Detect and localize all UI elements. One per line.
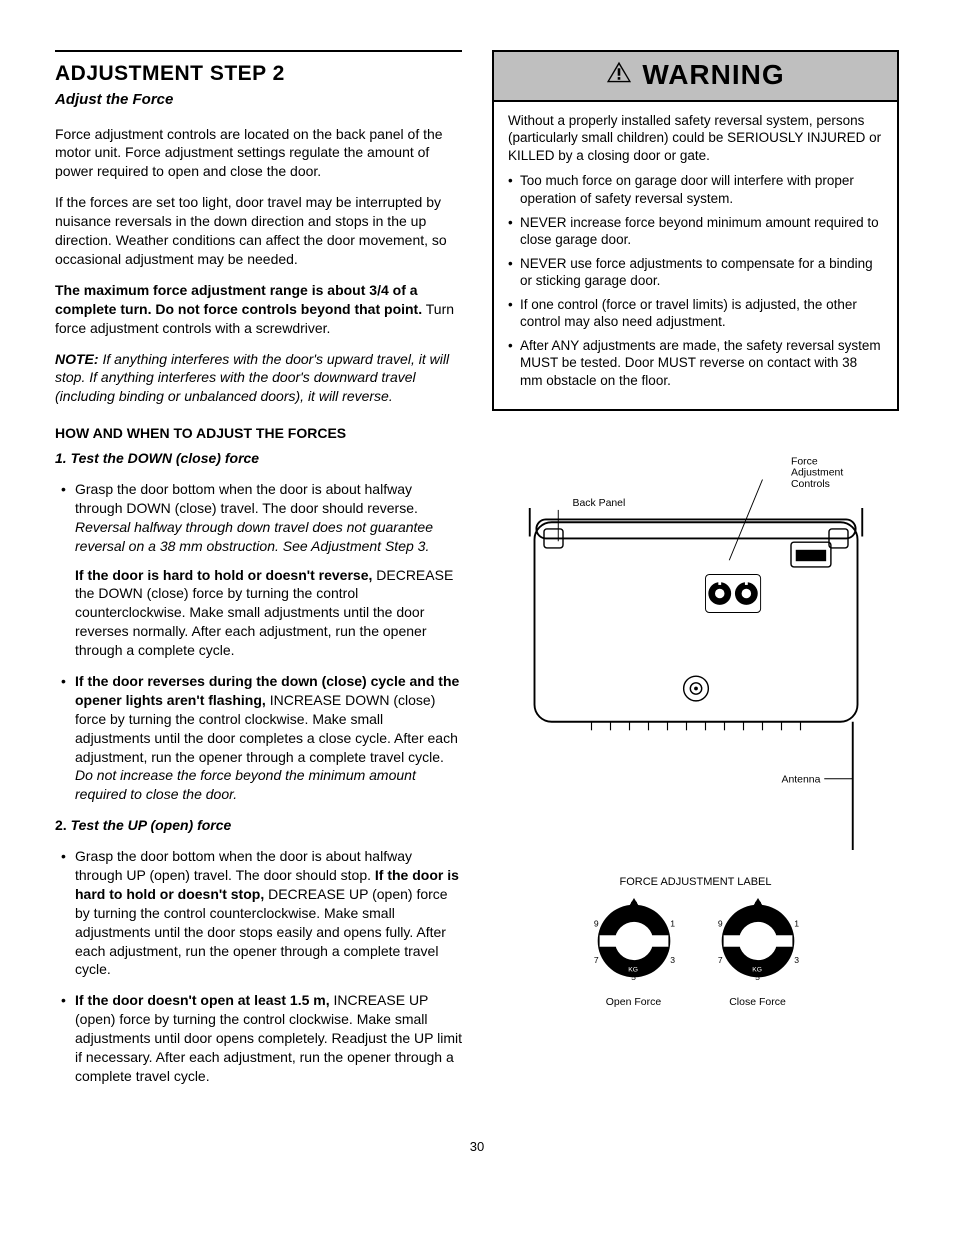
note: NOTE: If anything interferes with the do…: [55, 350, 462, 407]
dial-svg: 9 1 7 3 5 KG: [710, 898, 806, 984]
callout-force: ForceAdjustmentControls: [791, 457, 843, 491]
step-text: Test the UP (open) force: [71, 817, 232, 833]
svg-text:3: 3: [670, 955, 675, 965]
close-force-dial: 9 1 7 3 5 KG Close Force: [710, 898, 806, 1009]
para: Force adjustment controls are located on…: [55, 125, 462, 182]
close-force-caption: Close Force: [710, 995, 806, 1009]
step2-bullets: Grasp the door bottom when the door is a…: [55, 847, 462, 1086]
motor-diagram: ForceAdjustmentControls Back Panel: [492, 451, 899, 864]
callout-back-panel: Back Panel: [572, 499, 625, 510]
step1-bullets: Grasp the door bottom when the door is a…: [55, 480, 462, 804]
svg-text:KG: KG: [752, 966, 762, 973]
warning-box: WARNING Without a properly installed saf…: [492, 50, 899, 411]
step1-label: 1. Test the DOWN (close) force: [55, 449, 462, 468]
open-force-dial: 9 1 7 3 5 KG Open Force: [586, 898, 682, 1009]
page-number: 30: [55, 1138, 899, 1156]
rule: [55, 50, 462, 52]
list-item: NEVER use force adjustments to compensat…: [508, 255, 883, 290]
svg-text:3: 3: [794, 955, 799, 965]
list-item: If the door reverses during the down (cl…: [55, 672, 462, 804]
force-label-heading: FORCE ADJUSTMENT LABEL: [492, 875, 899, 890]
step-num: 1.: [55, 450, 67, 466]
warning-title: WARNING: [642, 56, 784, 94]
list-item: NEVER increase force beyond minimum amou…: [508, 214, 883, 249]
force-label-diagram: FORCE ADJUSTMENT LABEL 9 1 7 3 5: [492, 875, 899, 1009]
right-column: WARNING Without a properly installed saf…: [492, 50, 899, 1098]
para: If the forces are set too light, door tr…: [55, 193, 462, 269]
list-item: Too much force on garage door will inter…: [508, 172, 883, 207]
svg-text:KG: KG: [628, 966, 638, 973]
note-text: If anything interferes with the door's u…: [55, 351, 449, 405]
how-when-heading: HOW AND WHEN TO ADJUST THE FORCES: [55, 424, 462, 443]
bold-span: If the door doesn't open at least 1.5 m,: [75, 992, 330, 1008]
para: The maximum force adjustment range is ab…: [55, 281, 462, 338]
callout-antenna: Antenna: [781, 775, 820, 786]
warning-heading: WARNING: [494, 52, 897, 102]
svg-text:9: 9: [593, 918, 598, 928]
list-item: Grasp the door bottom when the door is a…: [55, 480, 462, 660]
motor-svg: ForceAdjustmentControls Back Panel: [506, 451, 886, 860]
ital-span: Do not increase the force beyond the min…: [75, 767, 416, 802]
span: Grasp the door bottom when the door is a…: [75, 481, 418, 516]
svg-text:7: 7: [717, 955, 722, 965]
warning-icon: [606, 56, 632, 94]
svg-text:9: 9: [717, 918, 722, 928]
warning-intro: Without a properly installed safety reve…: [508, 112, 883, 165]
step2-label: 2. Test the UP (open) force: [55, 816, 462, 835]
step-text: Test the DOWN (close) force: [71, 450, 260, 466]
list-item: If the door doesn't open at least 1.5 m,…: [55, 991, 462, 1085]
svg-text:7: 7: [593, 955, 598, 965]
bold-span: If the door is hard to hold or doesn't r…: [75, 567, 372, 583]
open-force-caption: Open Force: [586, 995, 682, 1009]
warning-list: Too much force on garage door will inter…: [508, 172, 883, 389]
step-subtitle: Adjust the Force: [55, 90, 462, 110]
span: Grasp the door bottom when the door is a…: [75, 848, 412, 883]
svg-text:1: 1: [794, 918, 799, 928]
bold-span: The maximum force adjustment range is ab…: [55, 282, 422, 317]
sub-para: If the door is hard to hold or doesn't r…: [75, 566, 462, 660]
step-title: ADJUSTMENT STEP 2: [55, 60, 462, 88]
ital-span: Reversal halfway through down travel doe…: [75, 519, 433, 554]
list-item: If one control (force or travel limits) …: [508, 296, 883, 331]
warning-body: Without a properly installed safety reve…: [494, 102, 897, 410]
list-item: After ANY adjustments are made, the safe…: [508, 337, 883, 390]
step-num: 2.: [55, 817, 67, 833]
note-label: NOTE:: [55, 351, 99, 367]
list-item: Grasp the door bottom when the door is a…: [55, 847, 462, 979]
dial-svg: 9 1 7 3 5 KG: [586, 898, 682, 984]
left-column: ADJUSTMENT STEP 2 Adjust the Force Force…: [55, 50, 462, 1098]
svg-text:1: 1: [670, 918, 675, 928]
